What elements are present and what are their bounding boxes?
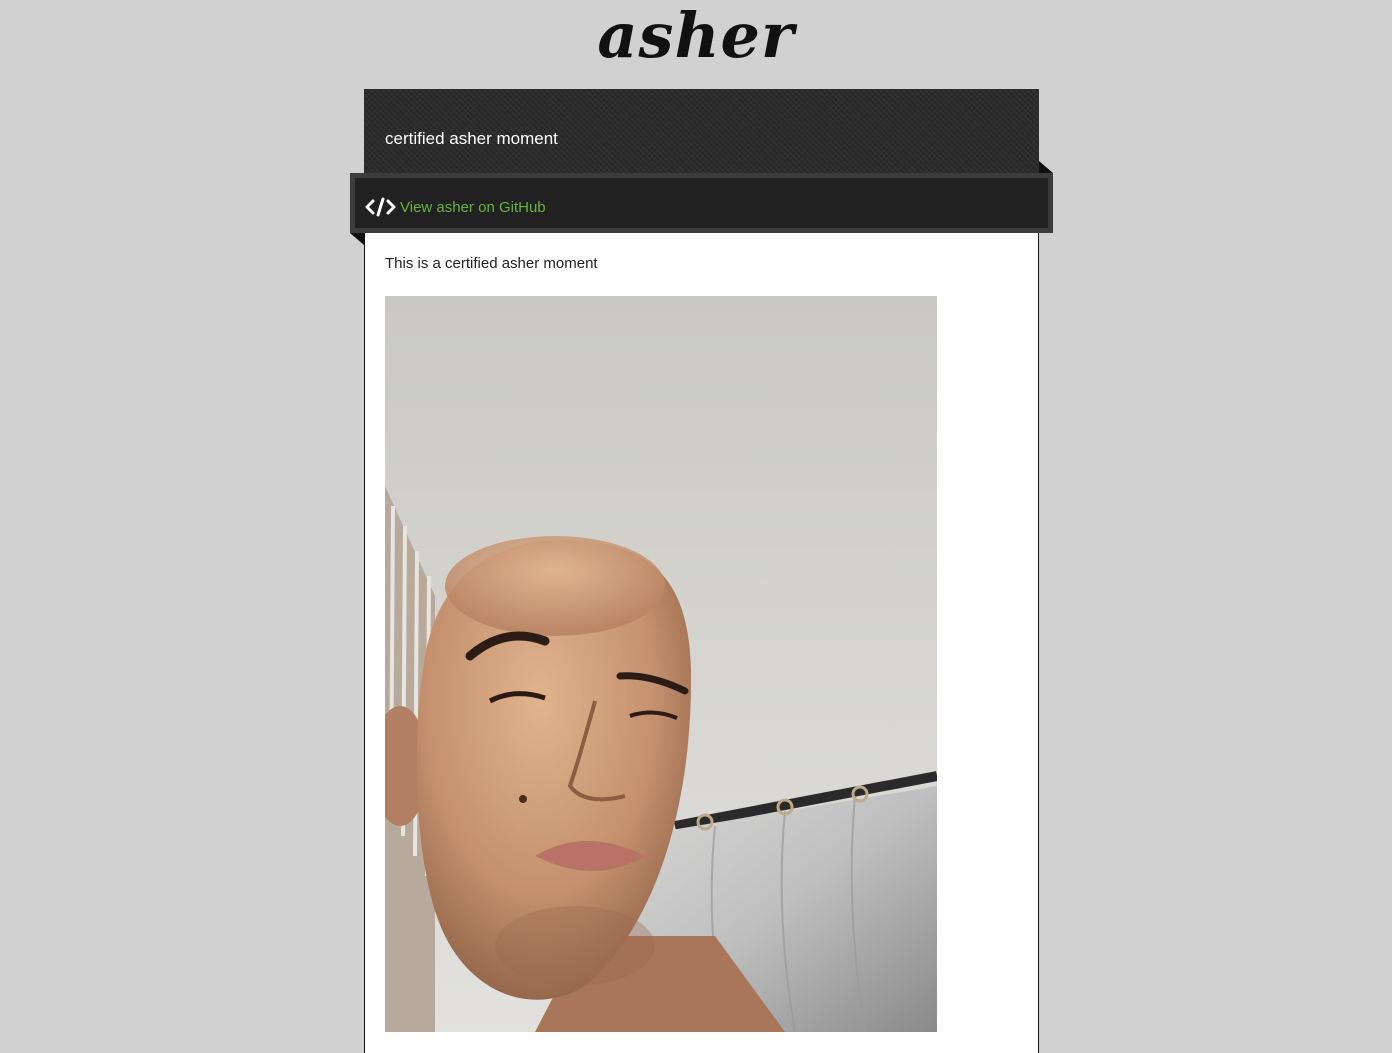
github-link-label[interactable]: View asher on GitHub <box>400 199 546 216</box>
site-title: asher <box>597 0 795 72</box>
intro-text: This is a certified asher moment <box>385 255 598 272</box>
selfie-photo <box>385 296 937 1032</box>
ribbon-fold-left <box>350 233 364 245</box>
project-tagline: certified asher moment <box>385 129 558 148</box>
view-on-github-link[interactable]: View asher on GitHub <box>365 196 546 218</box>
ribbon-fold-right <box>1039 161 1053 173</box>
code-icon <box>365 196 397 218</box>
